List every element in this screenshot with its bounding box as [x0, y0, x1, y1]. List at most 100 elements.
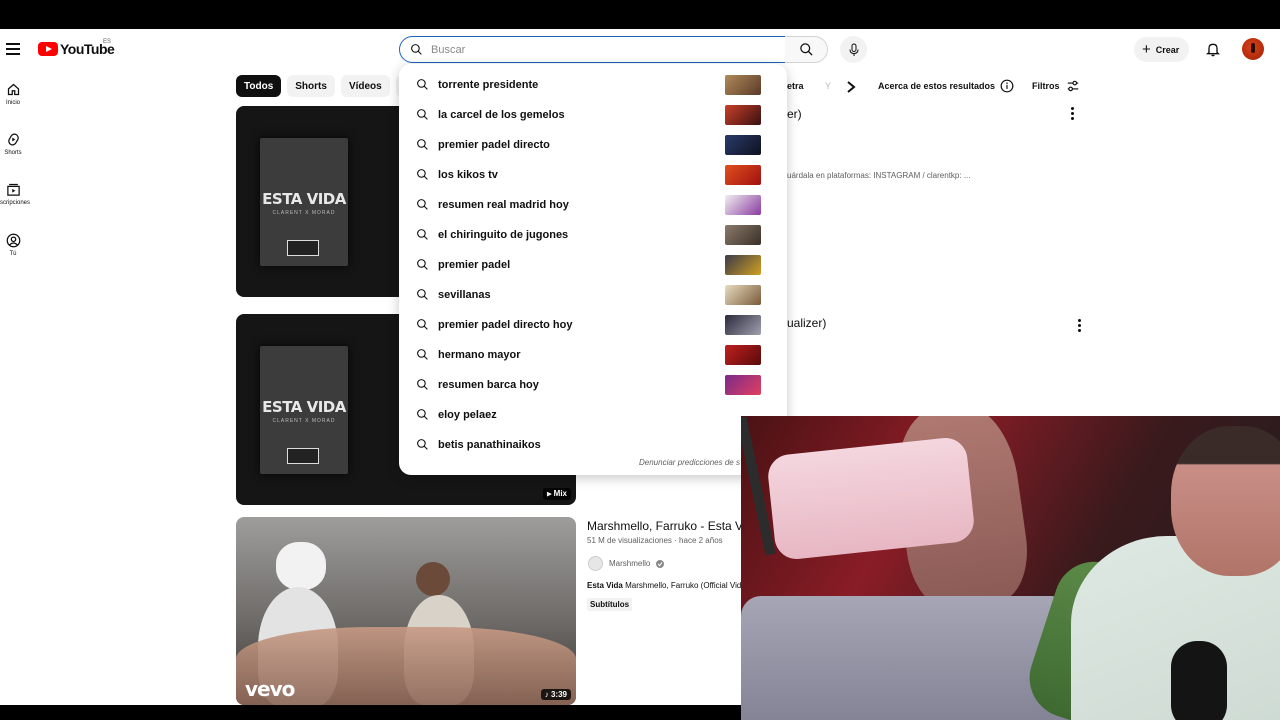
chip-shorts[interactable]: Shorts	[287, 75, 335, 97]
search-icon	[417, 109, 428, 120]
parental-advisory-label	[287, 448, 319, 464]
marshmello-head	[276, 542, 326, 590]
create-label: Crear	[1155, 44, 1180, 55]
suggestion-item[interactable]: resumen real madrid hoy	[399, 190, 787, 220]
search-icon	[417, 409, 428, 420]
sidebar-item-shorts[interactable]: Shorts	[0, 132, 26, 156]
album-cover: ESTA VIDA CLARENT X MORAD	[260, 138, 348, 266]
more-options-icon[interactable]	[1078, 319, 1082, 334]
filters-sliders-icon	[1067, 80, 1078, 92]
sidebar-item-inicio[interactable]: Inicio	[0, 82, 26, 106]
subscriptions-icon	[6, 183, 20, 196]
upload-age: hace 2 años	[679, 536, 723, 545]
cover-subtitle: CLARENT X MORAD	[272, 210, 336, 216]
suggestion-item[interactable]: betis panathinaikos	[399, 430, 787, 460]
chevron-right-icon[interactable]	[846, 81, 856, 93]
grey-pants	[741, 596, 1071, 720]
suggestion-text: el chiringuito de jugones	[438, 229, 569, 241]
sidebar-item-you[interactable]: Tú	[0, 233, 26, 257]
search-input[interactable]	[431, 43, 751, 56]
suggestion-thumbnail	[725, 195, 761, 215]
filters-button[interactable]: Filtros	[1032, 75, 1080, 97]
notifications-bell-icon[interactable]	[1205, 41, 1221, 57]
suggestion-item[interactable]: premier padel directo	[399, 130, 787, 160]
parental-advisory-label	[287, 240, 319, 256]
filter-chips: Todos Shorts Vídeos N	[236, 75, 419, 97]
subtitles-tag: Subtítulos	[587, 598, 633, 611]
search-icon	[411, 44, 422, 55]
suggestion-item[interactable]: los kikos tv	[399, 160, 787, 190]
voice-search-button[interactable]	[840, 36, 867, 63]
mix-label: Mix	[553, 489, 567, 498]
album-cover: ESTA VIDA CLARENT X MORAD	[260, 346, 348, 474]
search-icon	[417, 139, 428, 150]
more-options-icon[interactable]	[1071, 107, 1075, 122]
description-highlight: Esta Vida	[587, 581, 623, 590]
user-avatar[interactable]	[1242, 38, 1264, 60]
suggestion-thumbnail	[725, 105, 761, 125]
chip-videos[interactable]: Vídeos	[340, 75, 390, 97]
suggestion-item[interactable]: resumen barca hoy	[399, 370, 787, 400]
suggestion-text: premier padel directo hoy	[438, 319, 573, 331]
video-title[interactable]: er)	[787, 107, 802, 121]
about-results[interactable]: Acerca de estos resultados	[878, 75, 1014, 97]
video-title[interactable]: ualizer)	[787, 316, 826, 330]
search-button[interactable]	[785, 36, 828, 63]
mix-badge: ⫸ Mix	[542, 488, 571, 500]
cover-title: ESTA VIDA	[262, 190, 346, 208]
suggestion-item[interactable]: eloy pelaez	[399, 400, 787, 430]
search-icon	[799, 43, 813, 56]
search-icon	[417, 79, 428, 90]
suggestion-item[interactable]: premier padel	[399, 250, 787, 280]
search-bar[interactable]	[399, 36, 786, 63]
cover-subtitle: CLARENT X MORAD	[272, 418, 336, 424]
suggestion-text: eloy pelaez	[438, 409, 497, 421]
microphone	[1171, 641, 1227, 720]
chip-todos[interactable]: Todos	[236, 75, 282, 97]
suggestion-item[interactable]: torrente presidente	[399, 70, 787, 100]
report-predictions-link[interactable]: Denunciar predicciones de s	[639, 458, 740, 467]
suggestion-text: torrente presidente	[438, 79, 539, 91]
search-icon	[417, 169, 428, 180]
video-title[interactable]: Marshmello, Farruko - Esta V	[587, 519, 743, 533]
suggestion-item[interactable]: premier padel directo hoy	[399, 310, 787, 340]
suggestion-item[interactable]: la carcel de los gemelos	[399, 100, 787, 130]
channel-name[interactable]: Marshmello	[609, 559, 650, 568]
suggestion-text: la carcel de los gemelos	[438, 109, 565, 121]
chip-partial-faded[interactable]: Y	[818, 75, 838, 97]
suggestion-thumbnail	[725, 135, 761, 155]
suggestion-text: sevillanas	[438, 289, 491, 301]
suggestion-text: betis panathinaikos	[438, 439, 541, 451]
search-icon	[417, 229, 428, 240]
microphone-icon	[849, 43, 858, 56]
suggestion-text: los kikos tv	[438, 169, 498, 181]
suggestion-thumbnail	[725, 225, 761, 245]
streamer-head	[1171, 426, 1280, 576]
cover-title: ESTA VIDA	[262, 398, 346, 416]
search-icon	[417, 349, 428, 360]
channel-avatar[interactable]	[588, 556, 603, 571]
menu-icon[interactable]	[6, 43, 20, 55]
sidebar-item-subscriptions[interactable]: scripciones	[0, 182, 30, 206]
description-text: Marshmello, Farruko (Official Vid	[625, 581, 742, 590]
suggestion-text: resumen barca hoy	[438, 379, 539, 391]
create-button[interactable]: + Crear	[1134, 37, 1190, 62]
filters-label: Filtros	[1032, 81, 1060, 91]
sidebar-item-label: Inicio	[5, 100, 20, 106]
video-description: uárdala en plataformas: INSTAGRAM / clar…	[787, 171, 971, 180]
suggestion-item[interactable]: sevillanas	[399, 280, 787, 310]
search-icon	[417, 319, 428, 330]
chip-partial-letra[interactable]: etra	[787, 75, 804, 97]
suggestion-thumbnail	[725, 165, 761, 185]
suggestion-item[interactable]: hermano mayor	[399, 340, 787, 370]
video-description: Esta Vida Marshmello, Farruko (Official …	[587, 581, 741, 590]
search-icon	[417, 379, 428, 390]
suggestion-text: resumen real madrid hoy	[438, 199, 569, 211]
search-suggestions: torrente presidente la carcel de los gem…	[399, 64, 787, 475]
plus-icon: +	[1142, 41, 1151, 58]
info-icon	[1000, 79, 1014, 93]
suggestion-item[interactable]: el chiringuito de jugones	[399, 220, 787, 250]
suggestion-thumbnail	[725, 75, 761, 95]
video-thumbnail[interactable]: vevo ♪ 3:39	[236, 517, 576, 705]
performer-head	[416, 562, 450, 596]
